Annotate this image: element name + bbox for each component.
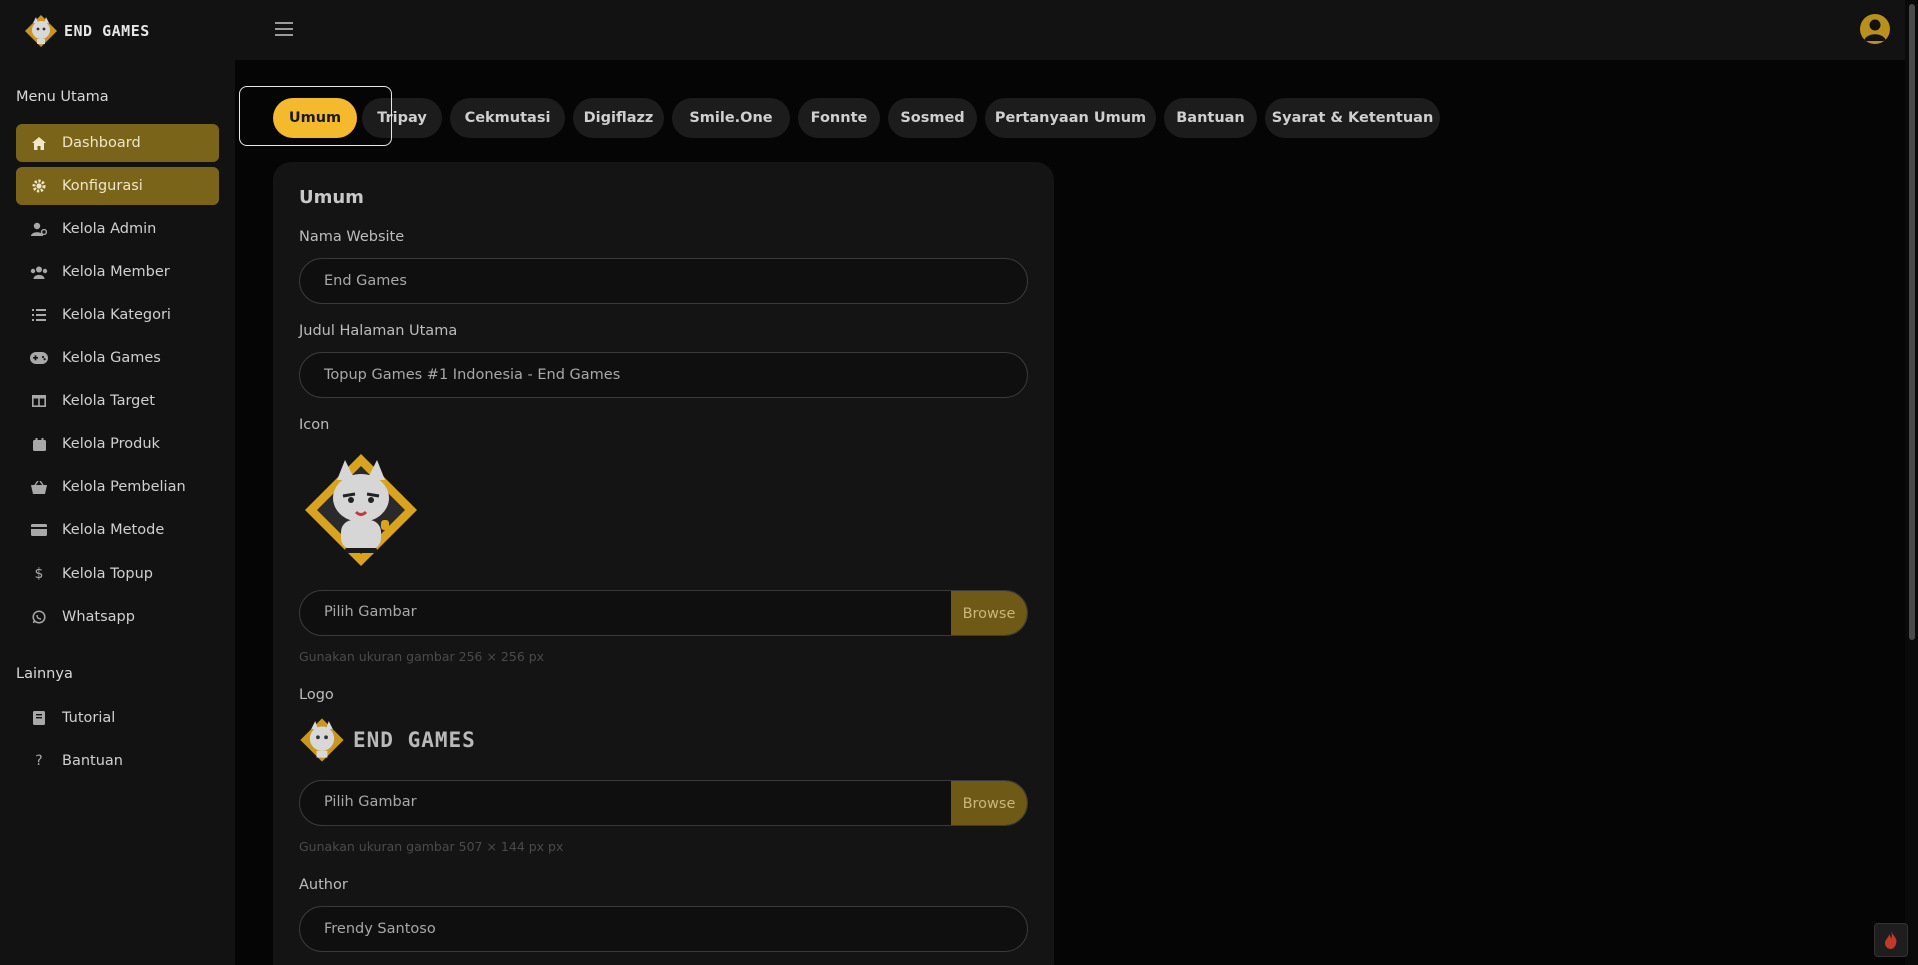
sidebar-item-kelola-target[interactable]: Kelola Target bbox=[16, 382, 219, 420]
topbar bbox=[235, 0, 1905, 60]
sidebar-item-label: Kelola Produk bbox=[62, 436, 160, 452]
brand-name: END GAMES bbox=[64, 22, 150, 40]
gear-icon bbox=[30, 177, 48, 195]
sidebar-item-label: Kelola Member bbox=[62, 264, 170, 280]
sidebar-item-kelola-member[interactable]: Kelola Member bbox=[16, 253, 219, 291]
sidebar: END GAMES Menu Utama Dashboard Konfigura… bbox=[0, 0, 235, 965]
sidebar-item-label: Bantuan bbox=[62, 753, 123, 769]
icon-file-placeholder: Pilih Gambar bbox=[324, 604, 417, 620]
tab-syarat-ketentuan[interactable]: Syarat & Ketentuan bbox=[1265, 98, 1440, 138]
question-icon: ? bbox=[35, 753, 43, 769]
dollar-icon: $ bbox=[34, 566, 44, 582]
logo-help-text: Gunakan ukuran gambar 507 × 144 px px bbox=[299, 839, 564, 854]
tab-bantuan[interactable]: Bantuan bbox=[1164, 98, 1257, 138]
brand-logo[interactable]: END GAMES bbox=[24, 14, 150, 48]
sidebar-item-bantuan[interactable]: ? Bantuan bbox=[16, 742, 219, 780]
tab-digiflazz[interactable]: Digiflazz bbox=[573, 98, 664, 138]
sidebar-item-kelola-topup[interactable]: $ Kelola Topup bbox=[16, 555, 219, 593]
sidebar-item-label: Tutorial bbox=[62, 710, 116, 726]
section-lainnya: Lainnya bbox=[16, 666, 73, 682]
sidebar-item-label: Kelola Games bbox=[62, 350, 161, 366]
card-title: Umum bbox=[299, 187, 364, 208]
credit-card-icon bbox=[30, 521, 48, 539]
logo-preview-image: END GAMES bbox=[299, 717, 476, 763]
section-menu-utama: Menu Utama bbox=[16, 89, 109, 105]
icon-file-input[interactable]: Pilih Gambar Browse bbox=[299, 590, 1028, 636]
sidebar-item-whatsapp[interactable]: Whatsapp bbox=[16, 598, 219, 636]
sidebar-item-kelola-pembelian[interactable]: Kelola Pembelian bbox=[16, 468, 219, 506]
page-scrollbar[interactable] bbox=[1905, 0, 1918, 965]
icon-preview-image bbox=[301, 450, 421, 570]
sidebar-item-konfigurasi[interactable]: Konfigurasi bbox=[16, 167, 219, 205]
sidebar-item-kelola-metode[interactable]: Kelola Metode bbox=[16, 511, 219, 549]
sidebar-item-kelola-kategori[interactable]: Kelola Kategori bbox=[16, 296, 219, 334]
sidebar-item-kelola-games[interactable]: Kelola Games bbox=[16, 339, 219, 377]
box-icon bbox=[30, 435, 48, 453]
user-gear-icon bbox=[30, 220, 48, 238]
tab-fonnte[interactable]: Fonnte bbox=[798, 98, 880, 138]
hamburger-menu-icon[interactable] bbox=[275, 22, 293, 38]
sidebar-item-label: Kelola Pembelian bbox=[62, 479, 186, 495]
tab-umum[interactable]: Umum bbox=[273, 98, 357, 138]
icon-browse-button[interactable]: Browse bbox=[951, 591, 1027, 635]
judul-halaman-label: Judul Halaman Utama bbox=[299, 323, 458, 339]
nama-website-input[interactable]: End Games bbox=[299, 258, 1028, 304]
basket-icon bbox=[30, 478, 48, 496]
sidebar-item-tutorial[interactable]: Tutorial bbox=[16, 699, 219, 737]
logo-browse-button[interactable]: Browse bbox=[951, 781, 1027, 825]
logo-text: END GAMES bbox=[353, 728, 476, 752]
scrollbar-thumb[interactable] bbox=[1909, 4, 1915, 640]
sidebar-item-label: Konfigurasi bbox=[62, 178, 143, 194]
user-avatar-icon[interactable] bbox=[1860, 14, 1890, 44]
whatsapp-icon bbox=[30, 608, 48, 626]
sidebar-item-kelola-admin[interactable]: Kelola Admin bbox=[16, 210, 219, 248]
author-label: Author bbox=[299, 877, 348, 893]
sidebar-item-dashboard[interactable]: Dashboard bbox=[16, 124, 219, 162]
cat-logo-icon bbox=[300, 718, 344, 762]
settings-card: Umum Nama Website End Games Judul Halama… bbox=[273, 162, 1054, 965]
list-icon bbox=[30, 306, 48, 324]
home-icon bbox=[30, 134, 48, 152]
flame-icon[interactable] bbox=[1874, 923, 1908, 957]
logo-label: Logo bbox=[299, 687, 334, 703]
cat-logo-icon bbox=[25, 15, 57, 47]
tab-cekmutasi[interactable]: Cekmutasi bbox=[450, 98, 565, 138]
tab-pertanyaan-umum[interactable]: Pertanyaan Umum bbox=[985, 98, 1156, 138]
sidebar-item-kelola-produk[interactable]: Kelola Produk bbox=[16, 425, 219, 463]
tab-tripay[interactable]: Tripay bbox=[362, 98, 442, 138]
table-icon bbox=[30, 392, 48, 410]
sidebar-item-label: Kelola Kategori bbox=[62, 307, 171, 323]
sidebar-item-label: Kelola Target bbox=[62, 393, 155, 409]
logo-file-placeholder: Pilih Gambar bbox=[324, 794, 417, 810]
judul-halaman-input[interactable]: Topup Games #1 Indonesia - End Games bbox=[299, 352, 1028, 398]
tab-sosmed[interactable]: Sosmed bbox=[888, 98, 977, 138]
sidebar-item-label: Kelola Metode bbox=[62, 522, 165, 538]
icon-help-text: Gunakan ukuran gambar 256 × 256 px bbox=[299, 649, 545, 664]
book-icon bbox=[30, 709, 48, 727]
nama-website-label: Nama Website bbox=[299, 229, 405, 245]
sidebar-item-label: Whatsapp bbox=[62, 609, 135, 625]
sidebar-item-label: Kelola Topup bbox=[62, 566, 153, 582]
sidebar-item-label: Dashboard bbox=[62, 135, 141, 151]
sidebar-item-label: Kelola Admin bbox=[62, 221, 157, 237]
tab-smile-one[interactable]: Smile.One bbox=[672, 98, 790, 138]
users-icon bbox=[30, 263, 48, 281]
icon-label: Icon bbox=[299, 417, 330, 433]
gamepad-icon bbox=[30, 349, 48, 367]
author-input[interactable]: Frendy Santoso bbox=[299, 906, 1028, 952]
logo-file-input[interactable]: Pilih Gambar Browse bbox=[299, 780, 1028, 826]
